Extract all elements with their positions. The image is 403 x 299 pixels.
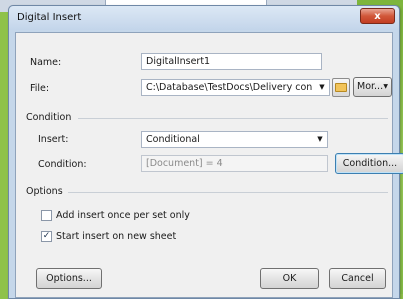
name-label: Name: [30,57,62,68]
title-bar[interactable]: Digital Insert x [9,6,399,30]
more-button[interactable]: Mor... ▼ [353,77,392,97]
browse-folder-button[interactable] [332,78,350,97]
condition-label: Condition: [38,159,87,170]
options-divider [68,192,388,193]
file-path: C:\Database\TestDocs\Delivery con [146,82,313,93]
folder-icon [335,83,347,92]
close-icon: x [374,11,381,22]
start-new-sheet-checkbox[interactable]: ✓ [41,231,52,242]
start-new-sheet-label: Start insert on new sheet [56,231,177,242]
insert-dropdown[interactable]: Conditional ▼ [141,131,328,148]
chevron-down-icon: ▼ [313,132,327,147]
cancel-button[interactable]: Cancel [329,268,386,289]
options-button[interactable]: Options... [36,268,102,289]
window-title: Digital Insert [17,12,82,23]
insert-label: Insert: [38,134,69,145]
add-once-label: Add insert once per set only [56,210,190,221]
chevron-down-icon: ▼ [315,80,329,95]
options-group-title: Options [26,186,63,197]
insert-value: Conditional [146,134,200,145]
dialog-body: Name: DigitalInsert1 File: C:\Database\T… [15,32,403,298]
chevron-down-icon: ▼ [383,83,388,90]
digital-insert-dialog: Digital Insert x Name: DigitalInsert1 Fi… [8,5,403,299]
ok-button[interactable]: OK [260,268,319,289]
condition-field: [Document] = 4 [141,155,328,172]
condition-divider [78,118,388,119]
name-field[interactable]: DigitalInsert1 [141,53,322,70]
file-label: File: [30,83,50,94]
add-once-checkbox[interactable] [41,210,52,221]
checkmark-icon: ✓ [42,231,51,241]
more-label: Mor... [357,81,384,92]
condition-group-title: Condition [26,112,72,123]
file-dropdown[interactable]: C:\Database\TestDocs\Delivery con ▼ [141,79,330,96]
close-button[interactable]: x [360,8,395,24]
condition-button[interactable]: Condition... [335,153,403,174]
